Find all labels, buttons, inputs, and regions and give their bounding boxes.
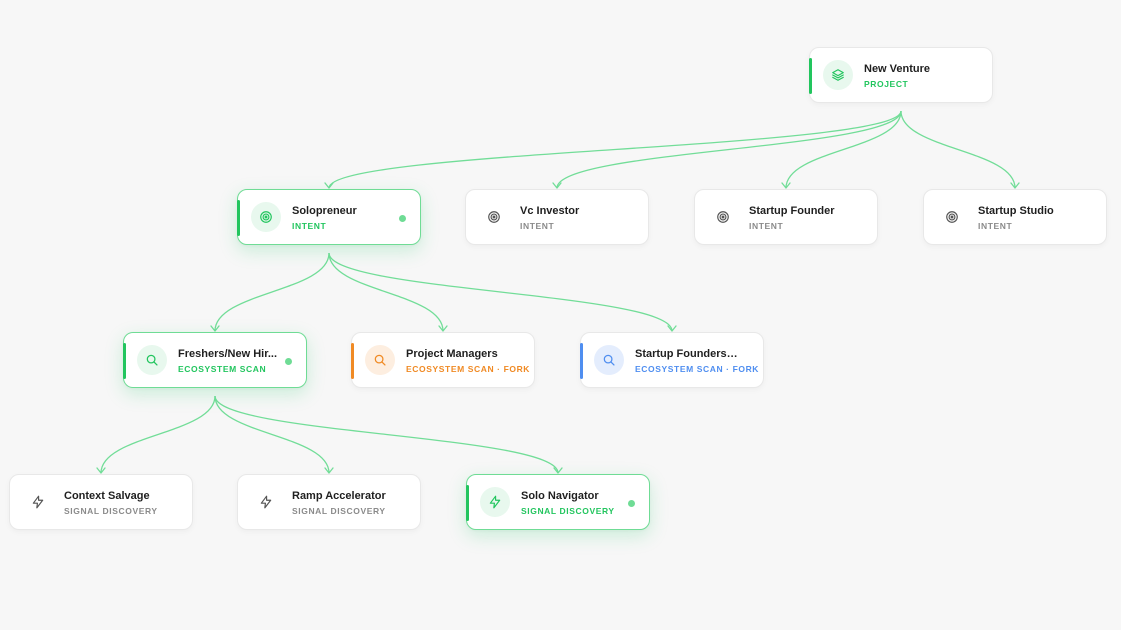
node-type-label: SIGNAL DISCOVERY: [292, 506, 386, 516]
search-icon: [365, 345, 395, 375]
node-title: Solopreneur: [292, 205, 357, 217]
target-icon: [708, 202, 738, 232]
node-type-label: SIGNAL DISCOVERY: [64, 506, 158, 516]
node-title: Project Managers: [406, 348, 498, 360]
target-icon: [251, 202, 281, 232]
active-status-dot: [399, 215, 406, 222]
node-startup-studio[interactable]: Startup Studio INTENT: [923, 189, 1107, 245]
edge-freshers-to-solo-navigator: [214, 395, 559, 474]
node-type-label: INTENT: [292, 221, 327, 231]
layers-icon: [823, 60, 853, 90]
target-icon: [479, 202, 509, 232]
node-type-label: INTENT: [749, 221, 784, 231]
node-startup-founders-ops[interactable]: Startup Founders/Ops ECOSYSTEM SCAN · FOR…: [580, 332, 764, 388]
node-title: Vc Investor: [520, 205, 580, 217]
node-type-label: ECOSYSTEM SCAN · FORK: [635, 364, 760, 374]
workflow-canvas[interactable]: New Venture PROJECT Solopreneur INTENT Vc …: [0, 0, 1121, 630]
node-title: Solo Navigator: [521, 490, 599, 502]
node-vc-investor[interactable]: Vc Investor INTENT: [465, 189, 649, 245]
node-accent-bar: [809, 58, 812, 94]
edge-freshers-to-context-salvage: [100, 395, 216, 474]
node-ramp-accelerator[interactable]: Ramp Accelerator SIGNAL DISCOVERY: [237, 474, 421, 530]
search-icon: [137, 345, 167, 375]
node-title: Freshers/New Hir...: [178, 348, 278, 360]
node-freshers[interactable]: Freshers/New Hir... ECOSYSTEM SCAN: [123, 332, 307, 388]
node-new-venture[interactable]: New Venture PROJECT: [809, 47, 993, 103]
node-title: Startup Studio: [978, 205, 1054, 217]
node-project-managers[interactable]: Project Managers ECOSYSTEM SCAN · FORK: [351, 332, 535, 388]
bolt-icon: [480, 487, 510, 517]
node-type-label: ECOSYSTEM SCAN · FORK: [406, 364, 531, 374]
node-title: Startup Founders/Ops: [635, 348, 740, 360]
edge-new-venture-to-solopreneur: [328, 110, 902, 189]
edge-solopreneur-to-project-managers: [328, 252, 444, 332]
edge-new-venture-to-startup-founder: [785, 110, 902, 189]
active-status-dot: [285, 358, 292, 365]
node-accent-bar: [123, 343, 126, 379]
node-type-label: PROJECT: [864, 79, 909, 89]
node-type-label: INTENT: [520, 221, 555, 231]
node-accent-bar: [351, 343, 354, 379]
node-solo-navigator[interactable]: Solo Navigator SIGNAL DISCOVERY: [466, 474, 650, 530]
node-type-label: ECOSYSTEM SCAN: [178, 364, 267, 374]
node-type-label: SIGNAL DISCOVERY: [521, 506, 615, 516]
node-title: Startup Founder: [749, 205, 835, 217]
node-title: Ramp Accelerator: [292, 490, 386, 502]
edge-solopreneur-to-freshers: [214, 252, 330, 332]
node-accent-bar: [466, 485, 469, 521]
node-title: New Venture: [864, 63, 931, 75]
bolt-icon: [23, 487, 53, 517]
bolt-icon: [251, 487, 281, 517]
edge-new-venture-to-startup-studio: [900, 110, 1016, 189]
node-type-label: INTENT: [978, 221, 1013, 231]
node-solopreneur[interactable]: Solopreneur INTENT: [237, 189, 421, 245]
node-context-salvage[interactable]: Context Salvage SIGNAL DISCOVERY: [9, 474, 193, 530]
node-accent-bar: [237, 200, 240, 236]
node-accent-bar: [580, 343, 583, 379]
edge-freshers-to-ramp-accelerator: [214, 395, 330, 474]
node-startup-founder[interactable]: Startup Founder INTENT: [694, 189, 878, 245]
edge-solopreneur-to-startup-founders-ops: [328, 252, 673, 332]
edge-arrowhead: [324, 182, 334, 189]
node-title: Context Salvage: [64, 490, 150, 502]
search-icon: [594, 345, 624, 375]
target-icon: [937, 202, 967, 232]
active-status-dot: [628, 500, 635, 507]
